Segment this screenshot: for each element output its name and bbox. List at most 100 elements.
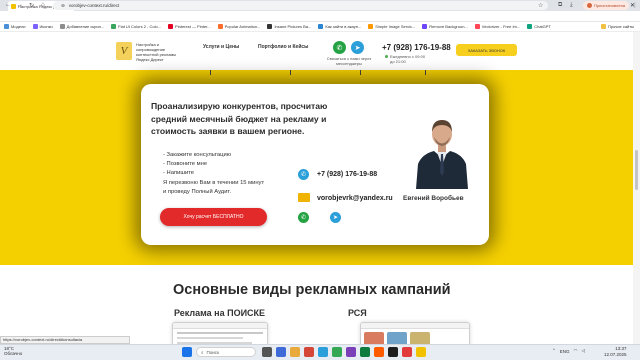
bookmark-label: Модели: [11, 24, 26, 29]
telegram-icon[interactable]: [318, 347, 328, 357]
app-icon[interactable]: [304, 347, 314, 357]
bookmark-favicon-icon: [217, 24, 223, 29]
bookmark-favicon-icon: [59, 24, 65, 29]
bookmark-label: Insane Pictures Ba...: [274, 24, 312, 29]
bullet-write: - Напишите: [163, 170, 195, 176]
header-phone[interactable]: +7 (928) 176-19-88: [382, 43, 451, 52]
app-icon[interactable]: [402, 347, 412, 357]
weather-widget[interactable]: 18°C Облачно: [4, 346, 22, 356]
back-icon[interactable]: ←: [5, 2, 11, 8]
person-photo: [416, 120, 468, 189]
bookmark-label: Popular Animation...: [224, 24, 261, 29]
app-icon[interactable]: [388, 347, 398, 357]
language-indicator[interactable]: ENG: [560, 349, 570, 354]
bookmark-label: Как зайти в акаун...: [325, 24, 362, 29]
online-dot-icon: [385, 55, 388, 58]
bookmark-favicon-icon: [4, 24, 9, 29]
bullet-call: - Позвоните мне: [163, 161, 208, 167]
free-estimate-button[interactable]: Хочу расчет БЕСПЛАТНО: [160, 208, 267, 226]
extensions-icon[interactable]: ⧉: [558, 2, 562, 9]
wifi-icon[interactable]: ◠: [574, 348, 578, 354]
app-icon[interactable]: [374, 347, 384, 357]
search-icon: ⌕: [201, 349, 204, 355]
bookmark-favicon-icon: [422, 24, 428, 29]
bookmark-item[interactable]: Popular Animation...: [217, 24, 261, 29]
bookmark-item[interactable]: Remove Backgroun...: [422, 24, 468, 29]
bookmark-item[interactable]: Insane Pictures Ba...: [267, 24, 311, 29]
bookmark-favicon-icon: [111, 24, 117, 29]
working-hours: Ежедневно с 09:00 до 21:00: [385, 54, 430, 64]
taskbar-clock[interactable]: 13:37 12.07.2025: [604, 346, 627, 357]
telegram-icon[interactable]: ➤: [351, 41, 364, 54]
bookmark-label: Remove Backgroun...: [429, 24, 468, 29]
divider: [210, 70, 211, 75]
telegram-icon[interactable]: ➤: [330, 212, 341, 223]
whatsapp-icon[interactable]: ✆: [298, 212, 309, 223]
bookmark-item[interactable]: Simple Image Servic...: [368, 24, 415, 29]
taskbar-search[interactable]: ⌕ Поиск: [196, 347, 256, 357]
chevron-up-icon[interactable]: ⌃: [552, 348, 556, 354]
divider: [425, 70, 426, 75]
bookmark-label: Pinterest — Pinter...: [175, 24, 211, 29]
divider: [290, 70, 291, 75]
clock-date: 12.07.2025: [604, 351, 627, 357]
hours-text: Ежедневно с 09:00 до 21:00: [390, 54, 426, 64]
file-explorer-icon[interactable]: [290, 347, 300, 357]
order-call-button[interactable]: ЗАКАЗАТЬ ЗВОНОК: [456, 44, 517, 56]
address-bar[interactable]: ⊜ vorobjev-context.ru/direct: [53, 1, 548, 10]
bookmark-item[interactable]: Добавление скрин...: [59, 24, 104, 29]
forward-icon[interactable]: →: [17, 2, 23, 8]
bookmarks-bar: Модели Иконки Добавление скрин... Flat UI C…: [0, 22, 640, 32]
bookmark-label: Vectorizer - Free Im...: [481, 24, 521, 29]
bookmark-item[interactable]: Vectorizer - Free Im...: [474, 24, 521, 29]
home-icon[interactable]: ⌂: [41, 2, 45, 8]
phone-icon: ✆: [298, 169, 309, 180]
task-view-icon[interactable]: [262, 347, 272, 357]
folder-icon: [600, 24, 606, 29]
system-tray: ⌃ ENG ◠ ◁: [552, 348, 585, 354]
browser-toolbar: [0, 11, 640, 22]
bookmark-favicon-icon: [267, 24, 273, 29]
site-info-icon[interactable]: ⊜: [61, 3, 65, 9]
bookmark-item[interactable]: Иконки: [32, 24, 53, 29]
whatsapp-icon[interactable]: ✆: [333, 41, 346, 54]
site-logo[interactable]: V: [116, 42, 132, 60]
bookmark-label: Flat UI Colors 2 - Colo...: [118, 24, 162, 29]
site-favicon-icon: [11, 3, 16, 9]
chrome-icon[interactable]: [332, 347, 342, 357]
bookmark-item[interactable]: Pinterest — Pinter...: [168, 24, 211, 29]
app-icon[interactable]: [346, 347, 356, 357]
app-icon[interactable]: [276, 347, 286, 357]
contact-phone[interactable]: +7 (928) 176-19-88: [317, 171, 377, 178]
bookmark-label: Иконки: [39, 24, 53, 29]
app-icon[interactable]: [360, 347, 370, 357]
bookmark-favicon-icon: [318, 24, 324, 29]
start-icon[interactable]: [182, 347, 192, 357]
nav-services-link[interactable]: Услуги и Цены: [203, 44, 239, 50]
volume-icon[interactable]: ◁: [581, 348, 584, 354]
nav-portfolio-link[interactable]: Портфолио и Кейсы: [258, 44, 308, 50]
profile-status: Приостановлена: [593, 3, 626, 8]
bookmark-favicon-icon: [527, 24, 533, 29]
other-bookmarks[interactable]: Прочие сайты: [600, 24, 634, 29]
search-placeholder: Поиск: [206, 349, 220, 355]
bookmark-item[interactable]: ChatGPT: [527, 24, 551, 29]
downloads-icon[interactable]: ⤓: [570, 2, 573, 9]
section-title: Основные виды рекламных кампаний: [173, 282, 451, 298]
menu-icon[interactable]: ⋮: [632, 2, 638, 9]
divider: [360, 70, 361, 75]
bullet-consultation: - Закажите консультацию: [163, 152, 232, 158]
profile-button[interactable]: Приостановлена: [583, 1, 629, 10]
bookmark-star-icon[interactable]: ☆: [538, 2, 543, 9]
rsya-title: РСЯ: [348, 308, 367, 318]
contact-email[interactable]: vorobjevrk@yandex.ru: [317, 195, 393, 202]
reload-icon[interactable]: ↻: [29, 2, 34, 9]
bookmark-item[interactable]: Как зайти в акаун...: [318, 24, 361, 29]
search-ads-title: Реклама на ПОИСКЕ: [174, 308, 266, 318]
scrollbar-thumb[interactable]: [635, 150, 638, 190]
logo-letter: V: [120, 45, 128, 57]
bookmark-label: ChatGPT: [534, 24, 551, 29]
app-icon[interactable]: [416, 347, 426, 357]
bookmark-item[interactable]: Flat UI Colors 2 - Colo...: [111, 24, 161, 29]
bookmark-item[interactable]: Модели: [4, 24, 26, 29]
